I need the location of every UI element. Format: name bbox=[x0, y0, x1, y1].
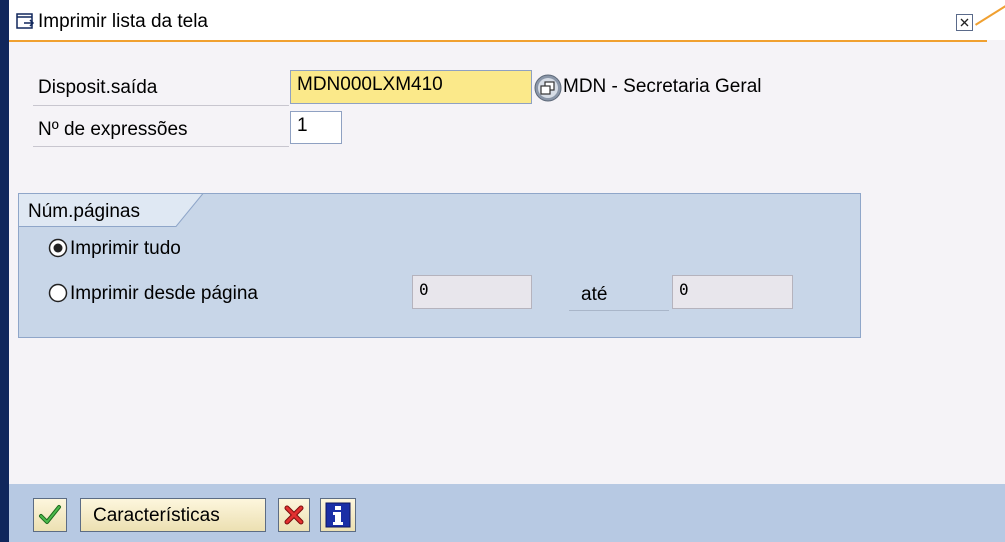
print-all-label[interactable]: Imprimir tudo bbox=[70, 238, 181, 260]
info-icon bbox=[325, 502, 351, 528]
properties-button[interactable]: Características bbox=[80, 498, 266, 532]
output-device-label: Disposit.saída bbox=[38, 77, 158, 98]
output-device-description: MDN - Secretaria Geral bbox=[563, 76, 762, 97]
until-page-field[interactable]: 0 bbox=[672, 275, 793, 309]
print-from-label[interactable]: Imprimir desde página bbox=[70, 283, 258, 305]
checkmark-icon bbox=[39, 505, 61, 524]
label-underline bbox=[569, 310, 669, 311]
print-from-radio[interactable] bbox=[48, 283, 68, 303]
print-dialog-icon bbox=[16, 13, 36, 31]
title-accent-line bbox=[9, 40, 987, 42]
label-underline bbox=[33, 105, 289, 106]
print-list-dialog: Imprimir lista da tela Disposit.saída MD… bbox=[0, 0, 1005, 542]
close-icon bbox=[960, 18, 969, 27]
output-device-field[interactable]: MDN000LXM410 bbox=[290, 70, 532, 104]
dialog-title: Imprimir lista da tela bbox=[38, 11, 208, 32]
possible-entries-icon bbox=[534, 74, 562, 102]
print-all-radio[interactable] bbox=[48, 238, 68, 258]
group-title: Núm.páginas bbox=[28, 201, 140, 222]
from-page-field[interactable]: 0 bbox=[412, 275, 532, 309]
cancel-x-icon bbox=[284, 505, 304, 525]
info-button[interactable] bbox=[320, 498, 356, 532]
label-underline bbox=[33, 146, 289, 147]
possible-entries-button[interactable] bbox=[533, 73, 563, 103]
close-button[interactable] bbox=[956, 14, 973, 31]
window-left-edge bbox=[0, 0, 9, 542]
until-label: até bbox=[581, 284, 608, 305]
properties-button-label: Características bbox=[93, 505, 220, 526]
cancel-button[interactable] bbox=[278, 498, 310, 532]
copies-label: Nº de expressões bbox=[38, 119, 188, 140]
confirm-button[interactable] bbox=[33, 498, 67, 532]
copies-field[interactable]: 1 bbox=[290, 111, 342, 144]
